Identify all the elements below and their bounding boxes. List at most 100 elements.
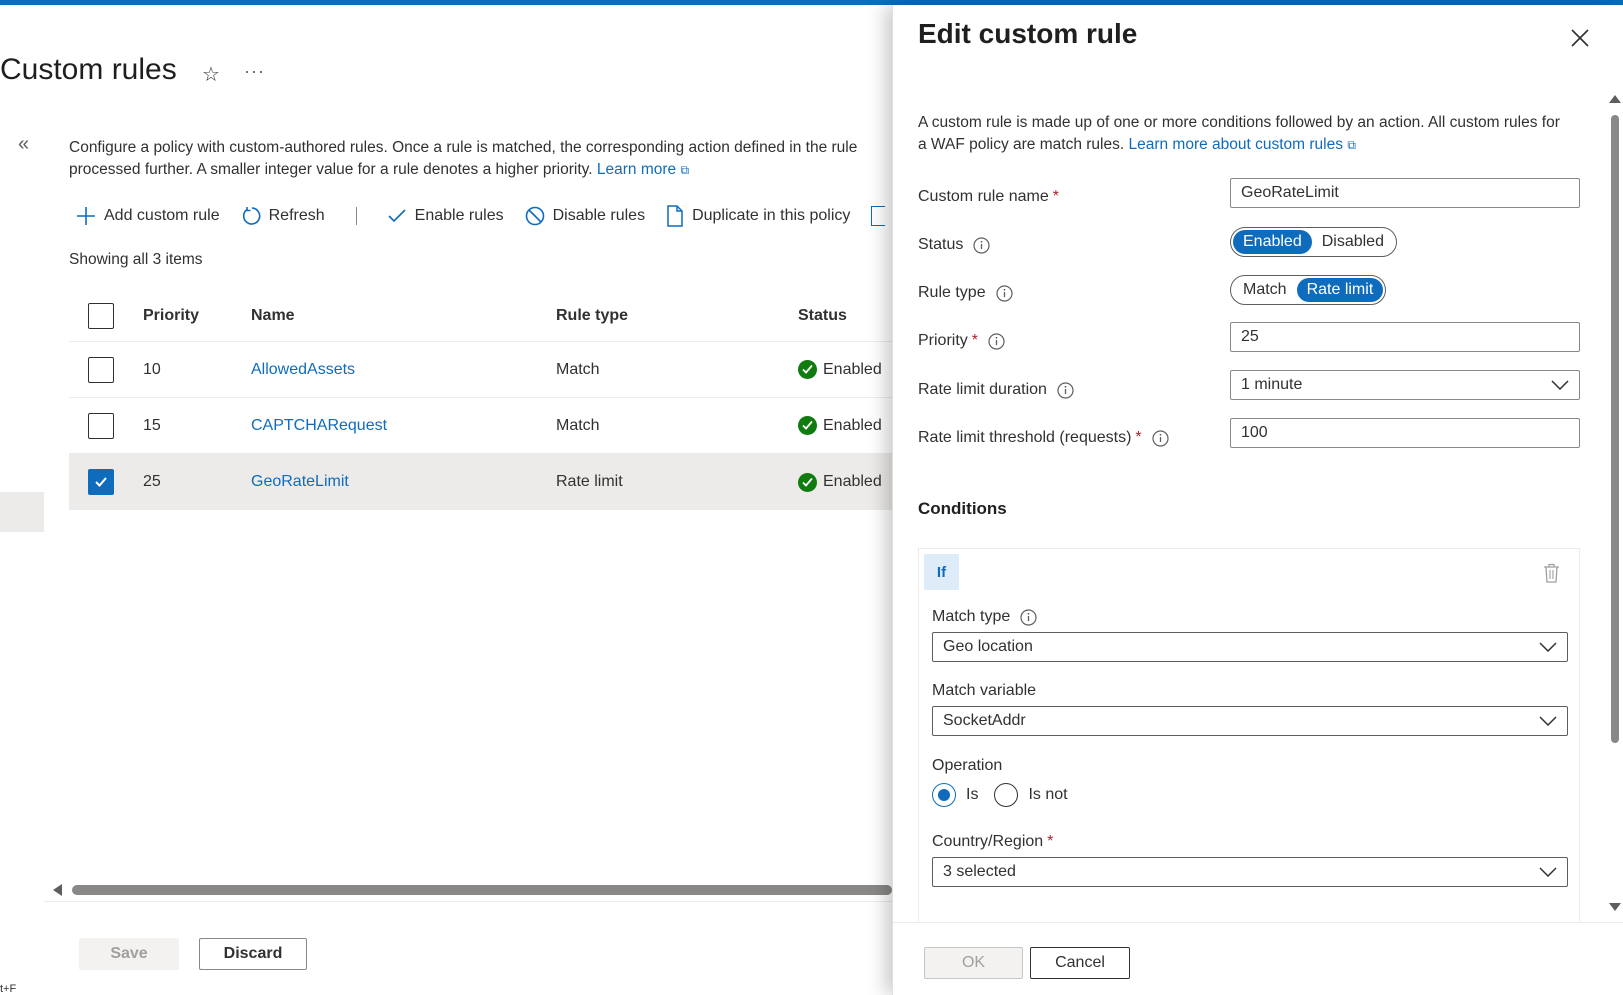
match-type-value: Geo location [943, 638, 1033, 655]
table-header-row: Priority Name Rule type Status [69, 290, 892, 342]
plus-icon [77, 207, 95, 225]
rule-type-toggle[interactable]: Match Rate limit [1230, 275, 1387, 305]
scroll-up-arrow[interactable] [1609, 95, 1621, 103]
vertical-scrollbar[interactable] [1611, 115, 1619, 743]
description-line-2: processed further. A smaller integer val… [69, 161, 593, 178]
row-priority: 10 [143, 360, 161, 378]
add-custom-rule-button[interactable]: Add custom rule [76, 206, 220, 226]
if-badge: If [924, 554, 959, 590]
rule-name-link[interactable]: CAPTCHARequest [251, 417, 387, 435]
rule-name-label: Custom rule name [918, 188, 1049, 205]
rule-type-label: Rule type [918, 284, 986, 301]
priority-label-row: Priority * [918, 332, 1005, 350]
rule-name-input[interactable]: GeoRateLimit [1230, 178, 1580, 208]
table-row[interactable]: 15 CAPTCHARequest Match Enabled [69, 398, 892, 454]
external-link-icon: ⧉ [1347, 138, 1356, 152]
table-row[interactable]: 25 GeoRateLimit Rate limit Enabled [69, 454, 892, 510]
operation-radio-group: Is Is not [932, 783, 1068, 807]
page-description: Configure a policy with custom-authored … [69, 137, 892, 181]
rule-type-match-option[interactable]: Match [1233, 278, 1297, 302]
info-icon[interactable] [1020, 608, 1037, 626]
operation-is-label[interactable]: Is [966, 786, 978, 804]
scroll-down-arrow[interactable] [1609, 903, 1621, 911]
operation-is-radio[interactable] [932, 783, 956, 807]
save-button[interactable]: Save [79, 938, 179, 970]
status-toggle[interactable]: Enabled Disabled [1230, 227, 1397, 257]
panel-title: Edit custom rule [918, 18, 1138, 49]
row-rule-type: Rate limit [556, 473, 623, 490]
discard-button[interactable]: Discard [199, 938, 307, 970]
external-link-icon: ⧉ [680, 163, 690, 177]
info-icon[interactable] [988, 332, 1005, 350]
edit-custom-rule-panel: Edit custom rule A custom rule is made u… [892, 5, 1623, 995]
footer-divider [44, 901, 892, 902]
refresh-button[interactable]: Refresh [241, 206, 325, 226]
row-checkbox[interactable] [88, 412, 114, 439]
condition-card: If Match type Geo location Match variabl… [918, 548, 1580, 922]
rule-type-rate-limit-option[interactable]: Rate limit [1296, 278, 1384, 302]
enable-rules-button[interactable]: Enable rules [387, 206, 504, 226]
rule-name-label-row: Custom rule name * [918, 188, 1059, 206]
row-priority: 15 [143, 416, 161, 434]
rule-name-link[interactable]: AllowedAssets [251, 361, 355, 379]
add-custom-rule-label: Add custom rule [104, 207, 220, 224]
info-icon[interactable] [995, 284, 1013, 302]
status-label-row: Status [918, 236, 990, 254]
operation-is-not-label[interactable]: Is not [1028, 786, 1067, 804]
duplicate-button[interactable]: Duplicate in this policy [666, 205, 850, 227]
truncated-toolbar-icon[interactable] [871, 206, 886, 226]
match-type-dropdown[interactable]: Geo location [932, 632, 1568, 662]
match-variable-dropdown[interactable]: SocketAddr [932, 706, 1568, 736]
match-type-label: Match type [932, 608, 1011, 625]
select-all-checkbox[interactable] [88, 302, 114, 329]
info-icon[interactable] [1057, 381, 1074, 399]
refresh-icon [242, 207, 261, 225]
header-status[interactable]: Status [798, 290, 847, 341]
required-asterisk: * [1052, 188, 1059, 205]
success-check-icon [798, 416, 817, 435]
close-icon[interactable] [1569, 27, 1591, 49]
threshold-input[interactable]: 100 [1230, 418, 1580, 448]
status-disabled-option[interactable]: Disabled [1312, 230, 1394, 254]
operation-label: Operation [932, 757, 1003, 774]
row-status: Enabled [823, 473, 882, 490]
horizontal-scrollbar[interactable] [72, 885, 892, 895]
scroll-left-arrow[interactable] [53, 884, 62, 896]
info-icon[interactable] [1152, 429, 1169, 447]
threshold-label-row: Rate limit threshold (requests) * [918, 429, 1169, 447]
header-priority[interactable]: Priority [143, 290, 199, 341]
page-title: Custom rules [0, 53, 177, 86]
operation-is-not-radio[interactable] [994, 783, 1019, 807]
favorite-star-icon[interactable]: ☆ [202, 62, 220, 87]
rule-type-label-row: Rule type [918, 284, 1013, 302]
disable-rules-button[interactable]: Disable rules [525, 206, 645, 226]
enable-rules-label: Enable rules [414, 207, 504, 224]
shortcut-hint: t+F [0, 983, 17, 995]
country-label: Country/Region [932, 833, 1044, 850]
panel-description: A custom rule is made up of one or more … [918, 112, 1568, 156]
collapse-menu-icon[interactable]: « [18, 133, 29, 156]
toolbar-separator [355, 207, 357, 225]
chevron-down-icon [1551, 380, 1569, 390]
row-checkbox[interactable] [88, 469, 114, 495]
delete-condition-icon[interactable] [1543, 563, 1560, 583]
header-rule-type[interactable]: Rule type [556, 290, 628, 341]
learn-more-custom-rules-link[interactable]: Learn more about custom rules [1128, 136, 1343, 153]
command-bar: Add custom rule Refresh Enable rules Dis… [76, 200, 886, 232]
country-dropdown[interactable]: 3 selected [932, 857, 1568, 887]
row-status: Enabled [823, 416, 882, 434]
row-checkbox[interactable] [88, 356, 114, 383]
rule-name-link[interactable]: GeoRateLimit [251, 473, 349, 491]
priority-input[interactable]: 25 [1230, 322, 1580, 352]
info-icon[interactable] [973, 236, 990, 254]
row-priority: 25 [143, 473, 161, 490]
header-name[interactable]: Name [251, 290, 295, 341]
ok-button[interactable]: OK [924, 947, 1023, 979]
more-options-icon[interactable]: ··· [244, 61, 265, 82]
table-row[interactable]: 10 AllowedAssets Match Enabled [69, 342, 892, 398]
cancel-button[interactable]: Cancel [1030, 947, 1130, 979]
learn-more-link[interactable]: Learn more [597, 161, 676, 178]
duration-dropdown[interactable]: 1 minute [1230, 370, 1580, 400]
conditions-heading: Conditions [918, 499, 1007, 518]
status-enabled-option[interactable]: Enabled [1233, 230, 1312, 254]
